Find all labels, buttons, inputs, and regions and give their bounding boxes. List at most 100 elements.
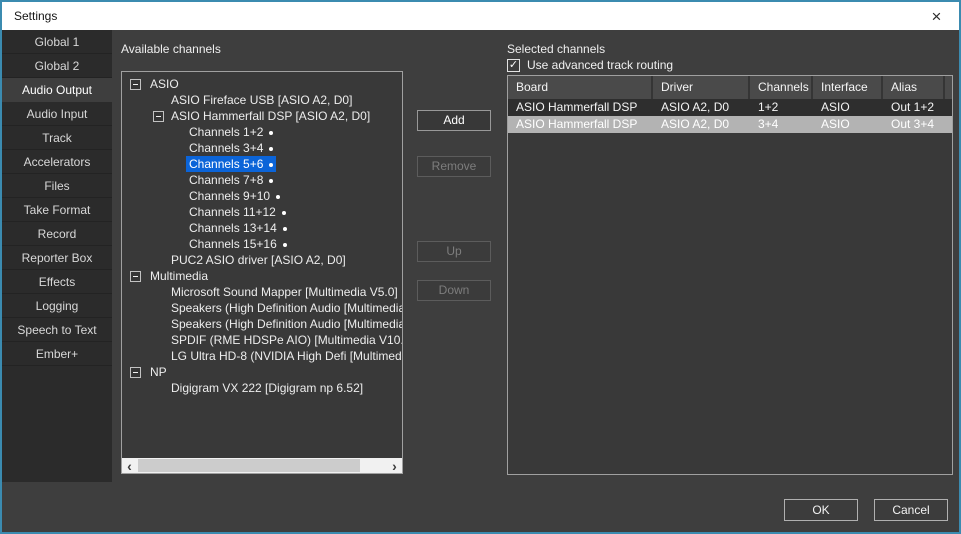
- sidebar-item-audio-input[interactable]: Audio Input: [2, 102, 112, 126]
- tree-item-multimedia[interactable]: Multimedia: [122, 268, 402, 284]
- sidebar-item-speech-to-text[interactable]: Speech to Text: [2, 318, 112, 342]
- table-header: BoardDriverChannelsInterfaceAlias: [508, 76, 952, 99]
- sidebar-item-take-format[interactable]: Take Format: [2, 198, 112, 222]
- tree-item-label[interactable]: Channels 1+2: [186, 124, 276, 140]
- tree-item-asio[interactable]: ASIO: [122, 76, 402, 92]
- sidebar-item-reporter-box[interactable]: Reporter Box: [2, 246, 112, 270]
- tree-item-label[interactable]: Microsoft Sound Mapper [Multimedia V5.0]: [168, 284, 401, 300]
- tree-item-channels-3-4[interactable]: Channels 3+4: [122, 140, 402, 156]
- table-cell: ASIO: [813, 99, 883, 116]
- down-button[interactable]: Down: [417, 280, 491, 301]
- sidebar-item-files[interactable]: Files: [2, 174, 112, 198]
- ok-button[interactable]: OK: [784, 499, 858, 521]
- tree-item-label[interactable]: Speakers (High Definition Audio [Multime…: [168, 300, 403, 316]
- tree-item-label[interactable]: Speakers (High Definition Audio [Multime…: [168, 316, 403, 332]
- column-header-interface[interactable]: Interface: [813, 76, 883, 99]
- available-channels-label: Available channels: [121, 42, 221, 56]
- sidebar-item-accelerators[interactable]: Accelerators: [2, 150, 112, 174]
- column-header-channels[interactable]: Channels: [750, 76, 813, 99]
- scrollbar-thumb[interactable]: [138, 459, 360, 472]
- sidebar: Global 1Global 2Audio OutputAudio InputT…: [2, 30, 112, 482]
- add-button[interactable]: Add: [417, 110, 491, 131]
- tree-item-label[interactable]: PUC2 ASIO driver [ASIO A2, D0]: [168, 252, 349, 268]
- table-row[interactable]: ASIO Hammerfall DSPASIO A2, D03+4ASIOOut…: [508, 116, 952, 133]
- channel-dot-icon: [282, 211, 286, 215]
- collapse-minus-icon[interactable]: [130, 271, 141, 282]
- tree-item-label[interactable]: SPDIF (RME HDSPe AIO) [Multimedia V10.0]: [168, 332, 403, 348]
- settings-dialog: Settings × Global 1Global 2Audio OutputA…: [0, 0, 961, 534]
- table-cell: ASIO A2, D0: [653, 116, 750, 133]
- tree-item-lg-ultra-hd-8-nvidia-high-defi-multimedia-v[interactable]: LG Ultra HD-8 (NVIDIA High Defi [Multime…: [122, 348, 402, 364]
- tree-item-label[interactable]: Channels 7+8: [186, 172, 276, 188]
- collapse-minus-icon[interactable]: [153, 111, 164, 122]
- column-header-driver[interactable]: Driver: [653, 76, 750, 99]
- available-tree: ASIOASIO Fireface USB [ASIO A2, D0]ASIO …: [122, 76, 402, 396]
- channel-dot-icon: [269, 131, 273, 135]
- sidebar-item-track[interactable]: Track: [2, 126, 112, 150]
- tree-item-puc2-asio-driver-asio-a2-d0[interactable]: PUC2 ASIO driver [ASIO A2, D0]: [122, 252, 402, 268]
- tree-item-asio-fireface-usb-asio-a2-d0[interactable]: ASIO Fireface USB [ASIO A2, D0]: [122, 92, 402, 108]
- column-header-alias[interactable]: Alias: [883, 76, 945, 99]
- tree-item-label[interactable]: LG Ultra HD-8 (NVIDIA High Defi [Multime…: [168, 348, 403, 364]
- tree-item-channels-13-14[interactable]: Channels 13+14: [122, 220, 402, 236]
- tree-item-np[interactable]: NP: [122, 364, 402, 380]
- tree-item-label[interactable]: Channels 13+14: [186, 220, 290, 236]
- tree-item-label[interactable]: Channels 5+6: [186, 156, 276, 172]
- tree-item-channels-11-12[interactable]: Channels 11+12: [122, 204, 402, 220]
- tree-item-channels-1-2[interactable]: Channels 1+2: [122, 124, 402, 140]
- channel-dot-icon: [269, 163, 273, 167]
- advanced-routing-checkbox-row: ✓ Use advanced track routing: [507, 58, 673, 72]
- tree-item-label[interactable]: ASIO Fireface USB [ASIO A2, D0]: [168, 92, 355, 108]
- checkbox-checked-icon[interactable]: ✓: [507, 59, 520, 72]
- tree-item-speakers-high-definition-audio-multimedia-v[interactable]: Speakers (High Definition Audio [Multime…: [122, 300, 402, 316]
- tree-item-label[interactable]: ASIO: [147, 76, 182, 92]
- table-cell: ASIO: [813, 116, 883, 133]
- sidebar-item-logging[interactable]: Logging: [2, 294, 112, 318]
- tree-item-asio-hammerfall-dsp-asio-a2-d0[interactable]: ASIO Hammerfall DSP [ASIO A2, D0]: [122, 108, 402, 124]
- sidebar-item-ember[interactable]: Ember+: [2, 342, 112, 366]
- tree-item-label[interactable]: Multimedia: [147, 268, 211, 284]
- tree-item-microsoft-sound-mapper-multimedia-v5-0[interactable]: Microsoft Sound Mapper [Multimedia V5.0]: [122, 284, 402, 300]
- channel-dot-icon: [283, 227, 287, 231]
- channel-dot-icon: [269, 147, 273, 151]
- table-row[interactable]: ASIO Hammerfall DSPASIO A2, D01+2ASIOOut…: [508, 99, 952, 116]
- tree-item-label[interactable]: ASIO Hammerfall DSP [ASIO A2, D0]: [168, 108, 373, 124]
- collapse-minus-icon[interactable]: [130, 79, 141, 90]
- channel-dot-icon: [269, 179, 273, 183]
- cancel-button[interactable]: Cancel: [874, 499, 948, 521]
- scroll-right-icon[interactable]: ›: [387, 458, 402, 473]
- horizontal-scrollbar[interactable]: ‹ ›: [122, 458, 402, 473]
- remove-button[interactable]: Remove: [417, 156, 491, 177]
- column-header-board[interactable]: Board: [508, 76, 653, 99]
- titlebar: Settings ×: [2, 2, 959, 30]
- sidebar-item-effects[interactable]: Effects: [2, 270, 112, 294]
- tree-item-channels-15-16[interactable]: Channels 15+16: [122, 236, 402, 252]
- tree-item-label[interactable]: Channels 15+16: [186, 236, 290, 252]
- scroll-left-icon[interactable]: ‹: [122, 458, 137, 473]
- available-channels-panel: ASIOASIO Fireface USB [ASIO A2, D0]ASIO …: [121, 71, 403, 474]
- table-body: ASIO Hammerfall DSPASIO A2, D01+2ASIOOut…: [508, 99, 952, 133]
- up-button[interactable]: Up: [417, 241, 491, 262]
- tree-item-label[interactable]: Channels 9+10: [186, 188, 283, 204]
- tree-item-speakers-high-definition-audio-multimedia-v[interactable]: Speakers (High Definition Audio [Multime…: [122, 316, 402, 332]
- table-cell: Out 3+4: [883, 116, 945, 133]
- tree-item-label[interactable]: Digigram VX 222 [Digigram np 6.52]: [168, 380, 366, 396]
- tree-item-label[interactable]: NP: [147, 364, 170, 380]
- collapse-minus-icon[interactable]: [130, 367, 141, 378]
- checkbox-label[interactable]: Use advanced track routing: [527, 58, 673, 72]
- sidebar-item-audio-output[interactable]: Audio Output: [2, 78, 112, 102]
- table-cell: ASIO Hammerfall DSP: [508, 116, 653, 133]
- tree-item-label[interactable]: Channels 3+4: [186, 140, 276, 156]
- close-icon[interactable]: ×: [914, 2, 959, 30]
- tree-item-digigram-vx-222-digigram-np-6-52[interactable]: Digigram VX 222 [Digigram np 6.52]: [122, 380, 402, 396]
- tree-item-label[interactable]: Channels 11+12: [186, 204, 289, 220]
- selected-channels-label: Selected channels: [507, 42, 605, 56]
- tree-item-channels-5-6[interactable]: Channels 5+6: [122, 156, 402, 172]
- tree-item-channels-7-8[interactable]: Channels 7+8: [122, 172, 402, 188]
- tree-item-spdif-rme-hdspe-aio-multimedia-v10-0[interactable]: SPDIF (RME HDSPe AIO) [Multimedia V10.0]: [122, 332, 402, 348]
- channel-dot-icon: [276, 195, 280, 199]
- sidebar-item-record[interactable]: Record: [2, 222, 112, 246]
- sidebar-item-global-1[interactable]: Global 1: [2, 30, 112, 54]
- sidebar-item-global-2[interactable]: Global 2: [2, 54, 112, 78]
- tree-item-channels-9-10[interactable]: Channels 9+10: [122, 188, 402, 204]
